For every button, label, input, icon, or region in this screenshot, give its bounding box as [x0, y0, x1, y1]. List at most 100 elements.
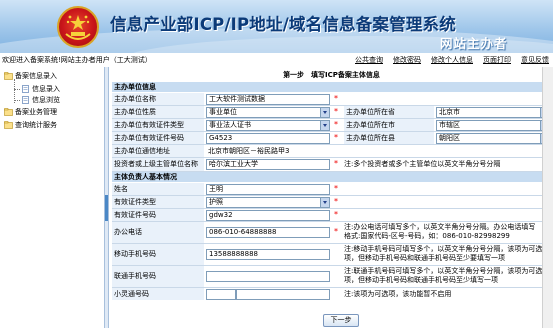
- person-cert-type-select[interactable]: 护照: [206, 197, 330, 208]
- vertical-scrollbar[interactable]: [542, 67, 553, 328]
- welcome-text: 欢迎进入备案系统!网站主办者用户（工大测试）: [2, 56, 152, 64]
- person-cert-no-label: 有效证件号码: [112, 209, 204, 221]
- row-xlt: 小灵通号码 注:该项为可选项，该功能暂不启用: [112, 288, 553, 300]
- xlt-input-prefix[interactable]: [206, 289, 236, 300]
- address-value: 北京市朝阳区－裕民路甲3: [208, 147, 290, 155]
- tree-node-info-browse[interactable]: 信息浏览: [21, 96, 60, 105]
- link-print-page[interactable]: 页面打印: [483, 55, 511, 65]
- row-cert-no: 主办单位有效证件号码 G4523 * 主办单位所在县 朝阳区: [112, 132, 553, 145]
- xlt-note: 注:该项为可选项，该功能暂不启用: [344, 290, 452, 298]
- role-subtitle: 网站主办者: [440, 36, 508, 51]
- unicom-label: 联通手机号码: [112, 266, 204, 287]
- cert-no-input[interactable]: G4523: [206, 133, 330, 144]
- county-value: 朝阳区: [439, 134, 460, 142]
- tree-node-info-entry[interactable]: 信息录入: [21, 85, 60, 94]
- city-value: 市辖区: [439, 121, 460, 129]
- next-step-button[interactable]: 下一步: [323, 314, 359, 327]
- tree-label: 备案业务管理: [15, 108, 57, 116]
- step-title: 第一步 填写ICP备案主体信息: [283, 71, 380, 79]
- link-feedback[interactable]: 意见反馈: [521, 55, 549, 65]
- required-mark: *: [334, 197, 338, 206]
- person-cert-type-value: 护照: [209, 198, 223, 206]
- required-mark: *: [334, 210, 338, 219]
- row-investor: 投资者或上级主管单位名称 哈尔滨工业大学 * 注:多个投资者或多个主管单位以英文…: [112, 158, 553, 172]
- row-address: 主办单位通信地址 北京市朝阳区－裕民路甲3: [112, 145, 553, 158]
- cert-type-select[interactable]: 事业法人证书: [206, 120, 330, 131]
- person-name-label: 姓名: [112, 183, 204, 195]
- office-phone-note-line2: 格式:国家代码-区号-号码，如：086-010-82998299: [344, 232, 510, 240]
- org-type-label: 主办单位性质: [112, 106, 204, 118]
- province-select[interactable]: 北京市: [436, 107, 550, 118]
- xlt-label: 小灵通号码: [112, 288, 204, 300]
- tree-label: 信息浏览: [32, 96, 60, 104]
- person-cert-type-label: 有效证件类型: [112, 196, 204, 208]
- unicom-note-line2: 项，但移动手机号码和联通手机号码至少填写一项: [344, 276, 498, 284]
- tree-label: 信息录入: [32, 85, 60, 93]
- county-label: 主办单位所在县: [344, 132, 434, 144]
- folder-icon: [4, 108, 13, 116]
- row-cert-type: 主办单位有效证件类型 事业法人证书 * 主办单位所在市 市辖区: [112, 119, 553, 132]
- row-unicom: 联通手机号码 注:联通手机号码可填写多个，以英文半角分号分隔，该项为可选 项，但…: [112, 266, 553, 288]
- org-name-input[interactable]: 工大软件测试数据: [206, 94, 330, 105]
- county-select[interactable]: 朝阳区: [436, 133, 550, 144]
- folder-icon: [4, 121, 13, 129]
- city-label: 主办单位所在市: [344, 119, 434, 131]
- person-name-input[interactable]: 王明: [206, 184, 330, 195]
- mobile-note-line2: 项，但移动手机号码和联通手机号码至少要填写一项: [344, 254, 505, 262]
- document-icon: [21, 85, 30, 93]
- org-name-label: 主办单位名称: [112, 93, 204, 105]
- tree-node-business-manage[interactable]: 备案业务管理: [4, 108, 57, 117]
- chevron-down-icon: [320, 198, 329, 207]
- chevron-down-icon: [320, 121, 329, 130]
- row-mobile: 移动手机号码 13588888888 注:移动手机号码可填写多个，以英文半角分号…: [112, 244, 553, 266]
- row-person-cert-type: 有效证件类型 护照 *: [112, 196, 553, 209]
- address-label: 主办单位通信地址: [112, 145, 204, 157]
- link-change-password[interactable]: 修改密码: [393, 55, 421, 65]
- xlt-input-number[interactable]: [236, 289, 330, 300]
- unicom-note-line1: 注:联通手机号码可填写多个，以英文半角分号分隔，该项为可选: [344, 267, 543, 275]
- org-type-select[interactable]: 事业单位: [206, 107, 330, 118]
- required-mark: *: [334, 184, 338, 193]
- required-mark: *: [334, 133, 338, 142]
- unicom-input[interactable]: [206, 271, 330, 282]
- panel-splitter[interactable]: [104, 67, 109, 328]
- chevron-down-icon: [320, 108, 329, 117]
- mobile-label: 移动手机号码: [112, 244, 204, 265]
- investor-label: 投资者或上级主管单位名称: [112, 158, 204, 171]
- city-select[interactable]: 市辖区: [436, 120, 550, 131]
- org-type-value: 事业单位: [209, 108, 237, 116]
- required-mark: *: [334, 227, 338, 236]
- main-form: 第一步 填写ICP备案主体信息 主办单位信息 主办单位名称 工大软件测试数据 *…: [110, 67, 553, 328]
- province-value: 北京市: [439, 108, 460, 116]
- row-org-type: 主办单位性质 事业单位 * 主办单位所在省 北京市: [112, 106, 553, 119]
- user-bar: 欢迎进入备案系统!网站主办者用户（工大测试） 公共查询 修改密码 修改个人信息 …: [0, 55, 553, 65]
- office-phone-note-line1: 注:办公电话可填写多个，以英文半角分号分隔。办公电话填写: [344, 223, 536, 231]
- row-person-name: 姓名 王明 *: [112, 183, 553, 196]
- person-cert-no-input[interactable]: gdw32: [206, 210, 330, 221]
- office-phone-input[interactable]: 086-010-64888888: [206, 227, 330, 238]
- national-emblem-icon: [57, 6, 99, 48]
- nav-tree: 备案信息录入 信息录入 信息浏览 备案业务管理 查询统计服务: [0, 67, 104, 328]
- tree-label: 备案信息录入: [15, 72, 57, 80]
- required-mark: *: [334, 94, 338, 103]
- link-edit-profile[interactable]: 修改个人信息: [431, 55, 473, 65]
- required-mark: *: [334, 107, 338, 116]
- mobile-input[interactable]: 13588888888: [206, 249, 330, 260]
- investor-input[interactable]: 哈尔滨工业大学: [206, 159, 330, 170]
- row-person-cert-no: 有效证件号码 gdw32 *: [112, 209, 553, 222]
- tree-node-query-stats[interactable]: 查询统计服务: [4, 121, 57, 130]
- province-label: 主办单位所在省: [344, 106, 434, 118]
- system-title: 信息产业部ICP/IP地址/域名信息备案管理系统: [110, 15, 456, 34]
- section-person-info: 主体负责人基本情况: [112, 172, 553, 182]
- tree-label: 查询统计服务: [15, 121, 57, 129]
- link-public-query[interactable]: 公共查询: [355, 55, 383, 65]
- top-links: 公共查询 修改密码 修改个人信息 页面打印 意见反馈: [355, 55, 549, 65]
- cert-type-value: 事业法人证书: [209, 121, 251, 129]
- required-mark: *: [334, 120, 338, 129]
- office-phone-label: 办公电话: [112, 222, 204, 243]
- cert-type-label: 主办单位有效证件类型: [112, 119, 204, 131]
- row-office-phone: 办公电话 086-010-64888888 * 注:办公电话可填写多个，以英文半…: [112, 222, 553, 244]
- tree-node-record-entry[interactable]: 备案信息录入: [4, 72, 57, 81]
- document-icon: [21, 96, 30, 104]
- mobile-note-line1: 注:移动手机号码可填写多个，以英文半角分号分隔，该项为可选: [344, 245, 543, 253]
